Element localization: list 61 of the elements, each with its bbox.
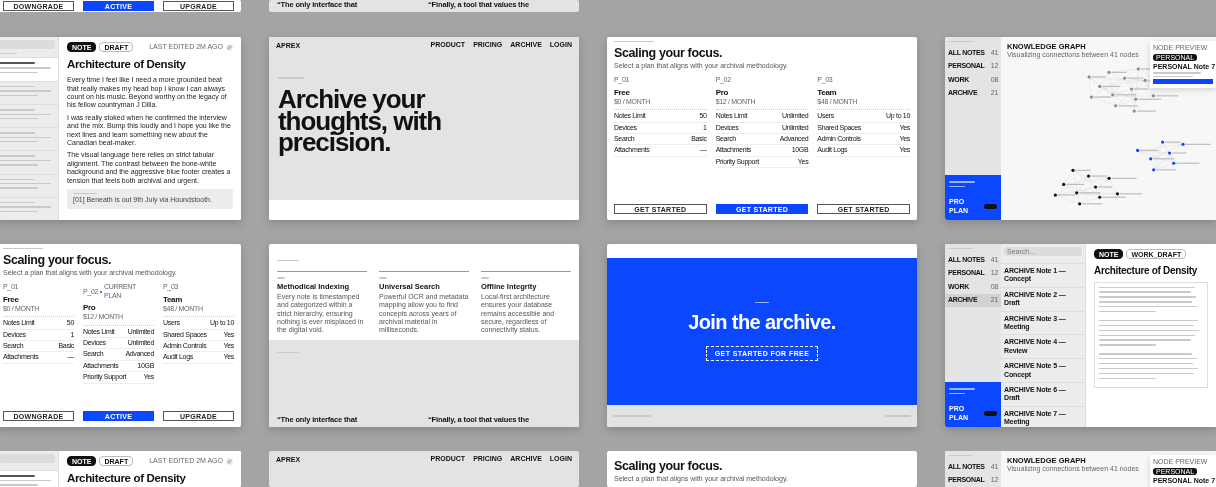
note-title: Architecture of Density xyxy=(67,58,187,72)
note-title: Architecture of Density xyxy=(1094,265,1199,277)
text-line xyxy=(3,248,43,250)
graph-node[interactable] xyxy=(1122,76,1144,80)
graph-node[interactable] xyxy=(1167,151,1187,155)
text-line xyxy=(755,301,769,304)
graph-node[interactable] xyxy=(1078,202,1103,206)
edit-icon[interactable] xyxy=(226,457,233,465)
edit-icon[interactable] xyxy=(226,43,233,51)
graph-node[interactable] xyxy=(1062,182,1085,187)
pricing-title: Scaling your focus. xyxy=(3,253,113,268)
text-line xyxy=(73,192,97,195)
graph-node[interactable] xyxy=(1075,191,1101,195)
graph-node[interactable] xyxy=(1132,109,1156,113)
text-line xyxy=(614,41,654,43)
graph-node[interactable] xyxy=(1089,95,1111,99)
graph-node[interactable] xyxy=(1071,168,1091,172)
graph-node[interactable] xyxy=(1098,84,1121,89)
hero-headline: Archive your thoughts, with precision. xyxy=(278,88,443,155)
plan-name: Team xyxy=(817,87,838,97)
plan-name: Pro xyxy=(83,303,97,313)
pricing-title: Scaling your focus. xyxy=(614,46,724,61)
plan-name: Free xyxy=(614,87,631,97)
graph-node[interactable] xyxy=(1160,140,1182,144)
graph-node[interactable] xyxy=(1098,195,1126,199)
graph-node[interactable] xyxy=(1149,157,1175,161)
graph-node[interactable] xyxy=(1181,142,1211,146)
text-line xyxy=(277,277,285,279)
graph-node[interactable] xyxy=(1107,70,1127,74)
manage-button[interactable] xyxy=(983,204,997,210)
graph-node[interactable] xyxy=(1086,174,1108,178)
graph-node[interactable] xyxy=(1114,104,1139,108)
graph-node[interactable] xyxy=(1129,87,1149,91)
graph-node[interactable] xyxy=(1134,97,1162,101)
note-list-item[interactable] xyxy=(0,57,58,81)
graph-node[interactable] xyxy=(1093,185,1113,189)
pricing-title: Scaling your focus. xyxy=(614,459,724,473)
text-line xyxy=(481,277,489,279)
graph-node[interactable] xyxy=(1152,168,1177,172)
text-line xyxy=(949,388,975,390)
banner-headline: Join the archive. xyxy=(688,311,836,335)
text-line xyxy=(379,277,387,279)
graph-node[interactable] xyxy=(1172,161,1200,165)
plan-name: Pro xyxy=(715,87,730,97)
text-line xyxy=(949,185,965,188)
graph-node[interactable] xyxy=(1115,192,1143,196)
graph-node[interactable] xyxy=(1136,148,1159,153)
graph-node[interactable] xyxy=(1111,93,1137,97)
graph-node[interactable] xyxy=(1151,94,1179,98)
text-line xyxy=(949,181,975,183)
plan-name: Free xyxy=(3,294,20,304)
text-line xyxy=(0,53,17,55)
manage-button[interactable] xyxy=(983,411,997,417)
text-line xyxy=(949,392,965,395)
plan-name: Team xyxy=(163,294,184,304)
text-line xyxy=(277,260,299,262)
preview-button[interactable] xyxy=(1153,79,1213,85)
graph-node[interactable] xyxy=(1107,176,1137,180)
note-title: Architecture of Density xyxy=(67,472,187,486)
graph-node[interactable] xyxy=(1053,193,1075,197)
graph-node[interactable] xyxy=(1087,75,1106,79)
